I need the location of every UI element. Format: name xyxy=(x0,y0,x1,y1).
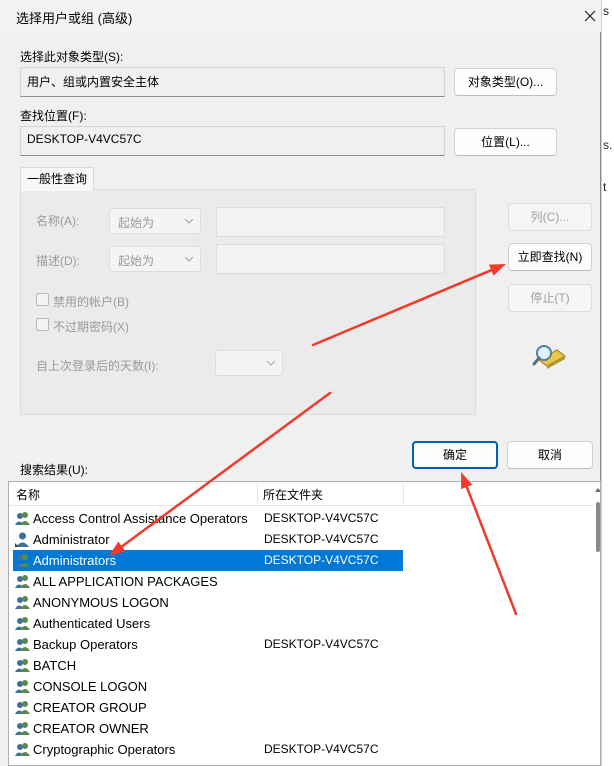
row-folder: DESKTOP-V4VC57C xyxy=(264,553,379,567)
column-header-name[interactable]: 名称 xyxy=(16,486,40,503)
row-name: BATCH xyxy=(33,658,77,673)
row-name: Cryptographic Operators xyxy=(33,742,176,757)
table-row[interactable]: BATCH xyxy=(13,655,403,676)
results-header: 名称 所在文件夹 xyxy=(9,482,594,506)
row-name: CREATOR GROUP xyxy=(33,700,147,715)
table-row[interactable]: CREATOR GROUP xyxy=(13,697,403,718)
chevron-down-icon xyxy=(184,256,194,262)
row-folder: DESKTOP-V4VC57C xyxy=(264,742,379,756)
table-row[interactable]: CREATOR OWNER xyxy=(13,718,403,739)
column-divider[interactable] xyxy=(257,484,258,504)
row-name: Administrator xyxy=(33,532,110,547)
group-icon xyxy=(15,575,30,588)
row-name: Administrators xyxy=(33,553,117,568)
name-input[interactable] xyxy=(216,207,445,237)
group-icon xyxy=(15,659,30,672)
days-since-logon-label: 自上次登录后的天数(I): xyxy=(36,359,159,373)
row-name: CREATOR OWNER xyxy=(33,721,149,736)
background-fragment: s xyxy=(603,4,609,18)
name-match-value: 起始为 xyxy=(118,216,155,230)
row-folder: DESKTOP-V4VC57C xyxy=(264,511,379,525)
group-icon xyxy=(15,512,30,525)
row-name: ALL APPLICATION PACKAGES xyxy=(33,574,218,589)
table-row[interactable]: Authenticated Users xyxy=(13,613,403,634)
days-since-logon-combo[interactable] xyxy=(215,350,283,376)
location-label: 查找位置(F): xyxy=(20,109,87,123)
select-users-or-groups-dialog: 选择用户或组 (高级) 选择此对象类型(S): 用户、组或内置安全主体 对象类型… xyxy=(0,0,601,766)
ok-button[interactable]: 确定 xyxy=(412,441,498,469)
table-row[interactable]: Access Control Assistance Operators DESKT… xyxy=(13,508,403,529)
table-row[interactable]: Cryptographic Operators DESKTOP-V4VC57C xyxy=(13,739,403,760)
column-divider[interactable] xyxy=(403,484,404,504)
row-folder: DESKTOP-V4VC57C xyxy=(264,637,379,651)
description-match-combo[interactable]: 起始为 xyxy=(109,246,201,272)
disabled-accounts-checkbox[interactable] xyxy=(36,293,49,306)
column-header-folder[interactable]: 所在文件夹 xyxy=(263,486,323,503)
chevron-down-icon xyxy=(184,218,194,224)
dialog-title: 选择用户或组 (高级) xyxy=(16,11,133,26)
find-now-button[interactable]: 立即查找(N) xyxy=(508,243,592,271)
group-icon xyxy=(15,554,30,567)
background-fragment: s. xyxy=(603,138,613,152)
cancel-button[interactable]: 取消 xyxy=(507,441,593,469)
search-results-list[interactable]: 名称 所在文件夹 Access Control Assistance Opera… xyxy=(8,481,601,766)
search-results-label: 搜索结果(U): xyxy=(20,463,88,477)
background-window-edge xyxy=(601,0,614,766)
non-expiring-password-label: 不过期密码(X) xyxy=(53,320,129,334)
group-icon xyxy=(15,617,30,630)
tab-common-queries[interactable]: 一般性查询 xyxy=(20,167,94,191)
table-row[interactable]: Administrators DESKTOP-V4VC57C xyxy=(13,550,403,571)
group-icon xyxy=(15,680,30,693)
name-label: 名称(A): xyxy=(36,214,80,228)
table-row[interactable]: Backup Operators DESKTOP-V4VC57C xyxy=(13,634,403,655)
group-icon xyxy=(15,722,30,735)
description-match-value: 起始为 xyxy=(118,254,155,268)
table-row[interactable]: ANONYMOUS LOGON xyxy=(13,592,403,613)
results-scrollbar[interactable] xyxy=(594,482,601,765)
group-icon xyxy=(15,596,30,609)
search-flashlight-icon xyxy=(532,345,566,369)
object-type-label: 选择此对象类型(S): xyxy=(20,50,124,64)
non-expiring-password-checkbox[interactable] xyxy=(36,318,49,331)
row-name: CONSOLE LOGON xyxy=(33,679,148,694)
table-row[interactable]: Administrator DESKTOP-V4VC57C xyxy=(13,529,403,550)
row-name: ANONYMOUS LOGON xyxy=(33,595,169,610)
group-icon xyxy=(15,743,30,756)
row-name: Backup Operators xyxy=(33,637,138,652)
user-icon xyxy=(15,532,29,547)
chevron-down-icon xyxy=(266,360,276,366)
background-fragment: t xyxy=(603,180,607,194)
table-row[interactable]: ALL APPLICATION PACKAGES xyxy=(13,571,403,592)
columns-button[interactable]: 列(C)... xyxy=(508,203,592,231)
table-row[interactable]: CONSOLE LOGON xyxy=(13,676,403,697)
scroll-up-icon[interactable] xyxy=(594,486,601,494)
name-match-combo[interactable]: 起始为 xyxy=(109,208,201,234)
location-field: DESKTOP-V4VC57C xyxy=(20,126,445,156)
row-folder: DESKTOP-V4VC57C xyxy=(264,532,379,546)
scroll-thumb[interactable] xyxy=(596,502,600,552)
disabled-accounts-label: 禁用的帐户(B) xyxy=(53,295,129,309)
group-icon xyxy=(15,638,30,651)
description-label: 描述(D): xyxy=(36,254,80,268)
locations-button[interactable]: 位置(L)... xyxy=(454,128,557,156)
close-icon[interactable] xyxy=(580,6,600,26)
stop-button[interactable]: 停止(T) xyxy=(508,284,592,312)
row-name: Authenticated Users xyxy=(33,616,151,631)
title-bar: 选择用户或组 (高级) xyxy=(0,0,601,32)
object-types-button[interactable]: 对象类型(O)... xyxy=(454,68,557,96)
row-name: Access Control Assistance Operators xyxy=(33,511,248,526)
object-type-field: 用户、组或内置安全主体 xyxy=(20,67,445,97)
group-icon xyxy=(15,701,30,714)
description-input[interactable] xyxy=(216,244,445,274)
